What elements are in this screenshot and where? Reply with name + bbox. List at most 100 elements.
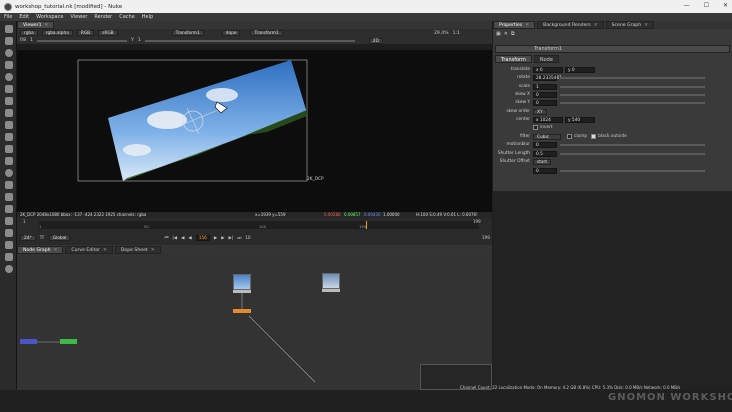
menu-cache[interactable]: Cache [119,14,135,20]
viewer-canvas[interactable]: 2K_DCP [17,50,492,212]
prev-key-icon[interactable]: |◀ [172,236,177,241]
close-tab-icon[interactable]: ✕ [151,248,155,253]
tab-background-renders[interactable]: Background Renders ✕ [537,21,604,29]
clear-panels-icon[interactable]: ✕ [504,31,508,37]
menu-viewer[interactable]: Viewer [70,14,87,20]
particles-tools-icon[interactable] [5,169,13,177]
step-back-icon[interactable]: ◀ [181,236,184,241]
close-tab-icon[interactable]: ✕ [54,248,58,253]
close-tab-icon[interactable]: ✕ [45,23,49,28]
menu-help[interactable]: Help [142,14,153,20]
skew-y-field[interactable]: 0 [533,99,557,106]
scale-field[interactable]: 1 [533,83,557,90]
close-tab-icon[interactable]: ✕ [644,23,648,28]
zoom-level[interactable]: 29.4% [434,31,449,36]
input-c-select[interactable]: Transform1 [250,30,283,36]
close-tab-icon[interactable]: ✕ [525,23,529,28]
metadata-tools-icon[interactable] [5,157,13,165]
motionblur-field[interactable]: 0 [533,141,557,148]
play-back-icon[interactable]: ◀ [188,236,191,241]
fstop-value[interactable]: f/8 [20,38,26,43]
menu-workspace[interactable]: Workspace [36,14,63,20]
timeline-scrubber[interactable]: 1 50 100 150 [39,221,479,229]
read-node-thumbnail-2[interactable] [322,273,340,289]
color-tools-icon[interactable] [5,73,13,81]
gain-slider[interactable] [37,39,128,42]
goto-start-icon[interactable]: ⏮ [164,236,168,241]
filter-tools-icon[interactable] [5,85,13,93]
gizmo-tools-icon[interactable] [5,241,13,249]
current-frame-field[interactable]: 156 [195,235,210,241]
plugin-tools-icon[interactable] [5,253,13,261]
node-graph-canvas[interactable] [17,254,492,390]
skew-x-slider[interactable] [560,93,705,96]
image-tools-icon[interactable] [5,25,13,33]
shutter-custom-field[interactable]: 0 [533,167,557,174]
scale-slider[interactable] [560,85,705,88]
clamp-checkbox[interactable] [567,134,572,139]
tab-transform[interactable]: Transform [495,55,532,63]
furnace-tools-icon[interactable] [5,217,13,225]
motionblur-slider[interactable] [560,143,705,146]
menu-render[interactable]: Render [94,14,112,20]
skew-y-slider[interactable] [560,101,705,104]
shutter-offset-select[interactable]: start [533,158,552,165]
node-name-field[interactable]: Transform1 [495,45,730,53]
rotate-slider[interactable] [560,76,705,79]
tab-dope-sheet[interactable]: Dope Sheet ✕ [114,245,161,254]
next-key-icon[interactable]: ▶| [229,236,234,241]
play-icon[interactable]: ▶ [214,236,217,241]
viewer-input-node[interactable] [20,339,37,344]
center-x-field[interactable]: x 1024 [533,116,563,123]
close-button[interactable]: ✕ [723,2,728,9]
goto-end-icon[interactable]: ⏭ [237,236,241,241]
menu-file[interactable]: File [4,14,12,20]
channel-tools-icon[interactable] [5,61,13,69]
read-node[interactable] [233,290,251,293]
filter-select[interactable]: Cubic [533,133,561,140]
tab-properties[interactable]: Properties ✕ [493,21,536,29]
lock-icon[interactable]: ▣ [496,31,501,37]
float-panel-icon[interactable]: ⧉ [511,31,515,37]
keyer-tools-icon[interactable] [5,97,13,105]
shutter-length-slider[interactable] [560,152,705,155]
tab-curve-editor[interactable]: Curve Editor ✕ [65,245,113,254]
skew-x-field[interactable]: 0 [533,91,557,98]
gamma-value[interactable]: 1 [138,38,141,43]
colorspace-select[interactable]: sRGB [98,30,118,36]
toolsets-icon[interactable] [5,193,13,201]
minimize-button[interactable]: — [684,2,690,9]
black-outside-checkbox[interactable] [591,134,597,139]
shutter-custom-slider[interactable] [560,169,705,172]
rotate-field[interactable]: 28.2335461 [533,74,562,81]
time-tools-icon[interactable] [5,49,13,57]
close-tab-icon[interactable]: ✕ [103,248,107,253]
read-node-2[interactable] [322,289,340,292]
menu-edit[interactable]: Edit [19,14,29,20]
tab-node-graph[interactable]: Node Graph ✕ [17,245,64,254]
skew-order-select[interactable]: XY [533,108,547,115]
airtools-icon[interactable] [5,229,13,237]
input-a-select[interactable]: Transform1 [171,30,204,36]
tf-toggle[interactable]: TF [40,236,45,241]
other-tools-icon[interactable] [5,205,13,213]
end-frame-field[interactable]: 199 [482,236,490,241]
fps-select[interactable]: 24* [20,235,36,241]
proxy-ratio[interactable]: 1:1 [453,31,460,36]
center-y-field[interactable]: y 540 [565,116,595,123]
maximize-button[interactable]: ☐ [704,2,709,9]
step-forward-icon[interactable]: ▶ [221,236,224,241]
tab-scene-graph[interactable]: Scene Graph ✕ [605,21,654,29]
gamma-slider[interactable] [144,39,355,42]
draw-tools-icon[interactable] [5,37,13,45]
invert-checkbox[interactable] [533,125,538,130]
end-frame-top[interactable]: 199 [473,219,481,224]
translate-x-field[interactable]: x 0 [533,66,563,73]
tab-viewer1[interactable]: Viewer1 ✕ [17,21,55,29]
view-mode-select[interactable]: 2D [368,37,383,44]
increment-field[interactable]: 10 [245,236,250,241]
alpha-channel-select[interactable]: rgba.alpha [41,30,73,36]
tab-node[interactable]: Node [533,55,559,63]
transform-node[interactable] [233,309,251,313]
channel-set-select[interactable]: rgba [20,30,38,36]
